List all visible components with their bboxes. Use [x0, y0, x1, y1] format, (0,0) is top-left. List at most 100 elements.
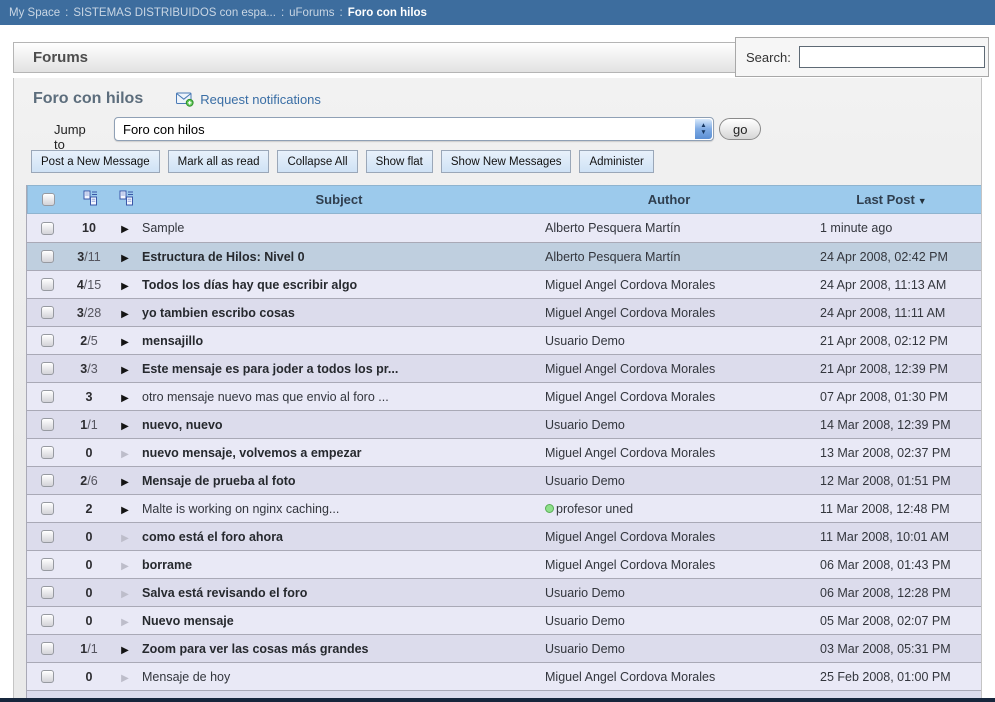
thread-subject[interactable]: Malte is working on nginx caching...	[142, 502, 339, 516]
table-row[interactable]: 3 ▶ otro mensaje nuevo mas que envio al fo…	[27, 382, 982, 410]
sort-desc-icon: ▼	[918, 196, 927, 206]
thread-author: Alberto Pesquera Martín	[545, 221, 681, 235]
table-row[interactable]: 2/6▶Mensaje de prueba al fotoUsuario Dem…	[27, 466, 982, 494]
thread-subject[interactable]: Salva está revisando el foro	[142, 586, 307, 600]
row-checkbox[interactable]	[41, 306, 54, 319]
request-notifications-link[interactable]: Request notifications	[176, 92, 321, 107]
expand-icon[interactable]: ▶	[121, 589, 129, 600]
table-row[interactable]: 3/11▶Estructura de Hilos: Nivel 0Alberto…	[27, 242, 982, 270]
toolbar-button[interactable]: Post a New Message	[31, 150, 160, 173]
expand-icon[interactable]: ▶	[121, 337, 129, 348]
row-checkbox[interactable]	[41, 502, 54, 515]
thread-subject[interactable]: Mensaje de hoy	[142, 670, 230, 684]
thread-subject[interactable]: Mensaje de prueba al foto	[142, 474, 296, 488]
table-row[interactable]: 0▶Salva está revisando el foroUsuario De…	[27, 578, 982, 606]
expand-icon[interactable]: ▶	[121, 365, 129, 376]
expand-icon[interactable]: ▶	[121, 673, 129, 684]
column-header-subject[interactable]: Subject	[140, 192, 538, 207]
table-header-row: Subject Author Last Post▼	[27, 185, 982, 214]
expand-icon[interactable]: ▶	[121, 393, 129, 404]
expand-icon[interactable]: ▶	[121, 281, 129, 292]
column-header-author[interactable]: Author	[538, 192, 800, 207]
thread-subject[interactable]: Este mensaje es para joder a todos los p…	[142, 362, 398, 376]
table-row[interactable]: 3/28▶yo tambien escribo cosasMiguel Ange…	[27, 298, 982, 326]
toolbar-button[interactable]: Mark all as read	[168, 150, 270, 173]
table-row[interactable]: 0▶como está el foro ahoraMiguel Angel Co…	[27, 522, 982, 550]
thread-subject[interactable]: mensajillo	[142, 334, 203, 348]
toolbar-button[interactable]: Administer	[579, 150, 653, 173]
table-row[interactable]: 4/15▶Todos los días hay que escribir alg…	[27, 270, 982, 298]
thread-subject[interactable]: borrame	[142, 558, 192, 572]
row-checkbox[interactable]	[41, 278, 54, 291]
expand-icon[interactable]: ▶	[121, 561, 129, 572]
table-row[interactable]: 2/5▶mensajilloUsuario Demo21 Apr 2008, 0…	[27, 326, 982, 354]
breadcrumb-item[interactable]: SISTEMAS DISTRIBUIDOS con espa...	[73, 7, 276, 19]
row-checkbox[interactable]	[41, 446, 54, 459]
thread-subject[interactable]: Nuevo mensaje	[142, 614, 234, 628]
row-checkbox[interactable]	[41, 558, 54, 571]
thread-subject[interactable]: yo tambien escribo cosas	[142, 306, 295, 320]
column-header-last-post[interactable]: Last Post▼	[800, 192, 982, 207]
expand-icon[interactable]: ▶	[121, 533, 129, 544]
row-checkbox[interactable]	[41, 418, 54, 431]
row-checkbox[interactable]	[41, 390, 54, 403]
breadcrumb-current: Foro con hilos	[348, 7, 427, 19]
table-row[interactable]: 10▶SampleAlberto Pesquera Martín1 minute…	[27, 214, 982, 242]
table-row[interactable]: 0▶nuevo mensaje, volvemos a empezarMigue…	[27, 438, 982, 466]
thread-subject[interactable]: Todos los días hay que escribir algo	[142, 278, 357, 292]
expand-icon[interactable]: ▶	[121, 477, 129, 488]
row-checkbox[interactable]	[41, 250, 54, 263]
row-checkbox[interactable]	[41, 530, 54, 543]
table-row[interactable]: 1/1▶nuevo, nuevoUsuario Demo14 Mar 2008,…	[27, 410, 982, 438]
expand-icon[interactable]: ▶	[121, 224, 129, 235]
breadcrumb-item[interactable]: My Space	[9, 7, 60, 19]
table-row[interactable]: 0▶borrameMiguel Angel Cordova Morales06 …	[27, 550, 982, 578]
table-row[interactable]: 2▶Malte is working on nginx caching...pr…	[27, 494, 982, 522]
thread-subject[interactable]: Zoom para ver las cosas más grandes	[142, 642, 369, 656]
thread-subject[interactable]: Estructura de Hilos: Nivel 0	[142, 250, 305, 264]
go-button[interactable]: go	[719, 118, 761, 140]
table-row[interactable]: 0▶Mensaje de hoyMiguel Angel Cordova Mor…	[27, 662, 982, 690]
row-checkbox[interactable]	[41, 586, 54, 599]
expand-icon[interactable]: ▶	[121, 309, 129, 320]
thread-last-post: 21 Apr 2008, 02:12 PM	[799, 334, 982, 348]
thread-subject[interactable]: otro mensaje nuevo mas que envio al foro…	[142, 390, 389, 404]
thread-author: Usuario Demo	[545, 418, 625, 432]
thread-subject[interactable]: nuevo mensaje, volvemos a empezar	[142, 446, 362, 460]
thread-subject[interactable]: nuevo, nuevo	[142, 418, 223, 432]
thread-author: Miguel Angel Cordova Morales	[545, 446, 715, 460]
expand-icon[interactable]: ▶	[121, 253, 129, 264]
toolbar-button[interactable]: Collapse All	[277, 150, 357, 173]
toolbar-button[interactable]: Show New Messages	[441, 150, 572, 173]
table-row[interactable]: 3/3▶Este mensaje es para joder a todos l…	[27, 354, 982, 382]
expand-icon[interactable]: ▶	[121, 645, 129, 656]
expand-icon[interactable]: ▶	[121, 617, 129, 628]
expand-icon[interactable]: ▶	[121, 449, 129, 460]
search-input[interactable]	[799, 46, 985, 68]
row-checkbox[interactable]	[41, 614, 54, 627]
breadcrumb-item[interactable]: uForums	[289, 7, 334, 19]
thread-subject[interactable]: Sample	[142, 221, 184, 235]
row-checkbox[interactable]	[41, 222, 54, 235]
table-row[interactable]: 1/1▶Zoom para ver las cosas más grandesU…	[27, 634, 982, 662]
row-checkbox[interactable]	[41, 474, 54, 487]
reply-count: 2/6	[67, 474, 111, 488]
thread-last-post: 07 Apr 2008, 01:30 PM	[799, 390, 982, 404]
expand-icon[interactable]: ▶	[121, 421, 129, 432]
expand-icon[interactable]: ▶	[121, 505, 129, 516]
select-all-checkbox[interactable]	[42, 193, 55, 206]
row-checkbox[interactable]	[41, 334, 54, 347]
toolbar-button[interactable]: Show flat	[366, 150, 433, 173]
thread-last-post: 05 Mar 2008, 02:07 PM	[799, 614, 982, 628]
row-checkbox[interactable]	[41, 362, 54, 375]
reply-count: 10	[67, 221, 111, 235]
reply-count: 0	[67, 558, 111, 572]
thread-last-post: 06 Mar 2008, 12:28 PM	[799, 586, 982, 600]
jump-to-select[interactable]: Foro con hilos ▲▼	[114, 117, 714, 141]
row-checkbox[interactable]	[41, 670, 54, 683]
row-checkbox[interactable]	[41, 642, 54, 655]
thread-author: Usuario Demo	[545, 642, 625, 656]
reply-count: 3	[67, 390, 111, 404]
thread-subject[interactable]: como está el foro ahora	[142, 530, 283, 544]
table-row[interactable]: 0▶Nuevo mensajeUsuario Demo05 Mar 2008, …	[27, 606, 982, 634]
